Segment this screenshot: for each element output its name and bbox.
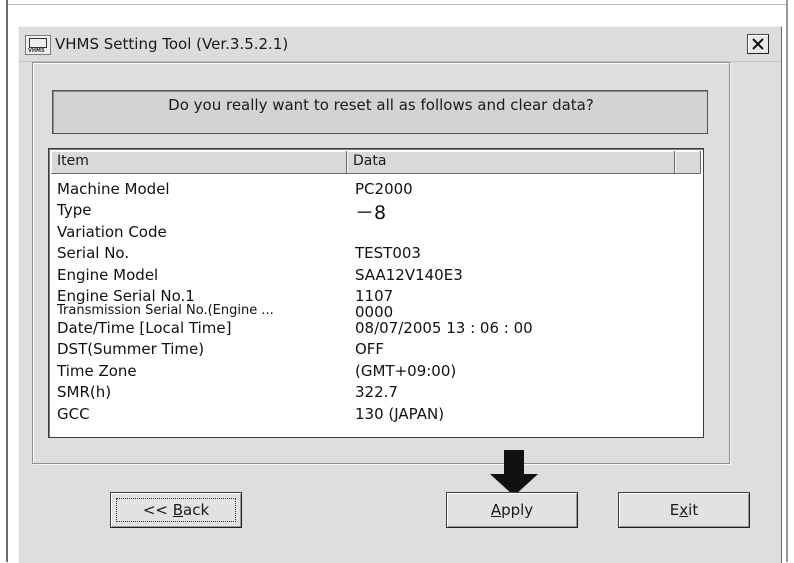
window-title: VHMS Setting Tool (Ver.3.5.2.1) <box>55 35 289 53</box>
exit-button-rest: it <box>688 501 699 519</box>
table-row[interactable]: Engine Model SAA12V140E3 <box>57 266 697 287</box>
row-item: Transmission Serial No.(Engine ... <box>57 302 274 318</box>
table-row[interactable]: Time Zone (GMT+09:00) <box>57 362 697 383</box>
apply-button-accel: A <box>490 501 502 519</box>
apply-button-rest: pply <box>501 501 534 519</box>
app-icon-text: VHMS <box>28 48 45 54</box>
exit-button-accel: x <box>679 501 689 519</box>
table-row[interactable]: DST(Summer Time) OFF <box>57 340 697 361</box>
table-row[interactable]: Date/Time [Local Time] 08/07/2005 13 : 0… <box>57 319 697 340</box>
outer-frame-top <box>6 4 788 5</box>
row-item: SMR(h) <box>57 383 112 402</box>
row-data: －8 <box>355 202 387 225</box>
confirmation-message-box: Do you really want to reset all as follo… <box>52 90 708 134</box>
vhms-app-icon: VHMS <box>25 35 51 55</box>
focus-rectangle <box>116 498 236 522</box>
row-item: Time Zone <box>57 361 137 380</box>
table-row[interactable]: Engine Serial No.1 1107 <box>57 287 697 305</box>
row-item: Serial No. <box>57 244 130 263</box>
row-item: GCC <box>57 404 90 423</box>
column-header-data[interactable]: Data <box>347 151 675 173</box>
table-row[interactable]: Serial No. TEST003 <box>57 244 697 265</box>
settings-list-view[interactable]: Item Data Machine Model PC2000 Type －8 V… <box>48 148 704 438</box>
row-item: Date/Time [Local Time] <box>57 318 232 337</box>
row-data: SAA12V140E3 <box>355 265 463 284</box>
column-header-extra[interactable] <box>675 151 701 173</box>
table-row[interactable]: SMR(h) 322.7 <box>57 383 697 404</box>
outer-frame-right <box>786 0 788 562</box>
table-row[interactable]: Transmission Serial No.(Engine ... 0000 <box>57 302 697 321</box>
exit-button[interactable]: Exit <box>618 492 750 528</box>
close-icon <box>752 38 764 50</box>
apply-button[interactable]: Apply <box>446 492 578 528</box>
column-header-item[interactable]: Item <box>51 151 347 173</box>
app-icon-glyph <box>29 38 47 48</box>
row-data: OFF <box>355 340 385 359</box>
outer-frame-left <box>6 0 8 562</box>
list-rows: Machine Model PC2000 Type －8 Variation C… <box>57 180 697 426</box>
row-item: Type <box>57 201 92 220</box>
row-data: 322.7 <box>355 383 398 402</box>
close-button[interactable] <box>747 34 769 54</box>
row-item: Engine Model <box>57 265 159 284</box>
confirmation-message: Do you really want to reset all as follo… <box>168 96 594 114</box>
row-data: 08/07/2005 13 : 06 : 00 <box>355 318 533 337</box>
row-data: TEST003 <box>355 244 421 263</box>
title-bar[interactable]: VHMS VHMS Setting Tool (Ver.3.5.2.1) <box>19 27 781 62</box>
table-row[interactable]: Variation Code <box>57 223 697 244</box>
table-row[interactable]: Type －8 <box>57 201 697 225</box>
row-item: Variation Code <box>57 222 167 241</box>
row-data: (GMT+09:00) <box>355 361 457 380</box>
back-button[interactable]: << Back <box>110 492 242 528</box>
row-item: DST(Summer Time) <box>57 340 205 359</box>
exit-button-pre: E <box>669 501 680 519</box>
list-header: Item Data <box>51 151 701 174</box>
table-row[interactable]: GCC 130 (JAPAN) <box>57 405 697 426</box>
down-arrow-icon <box>490 450 538 496</box>
row-data: PC2000 <box>355 180 413 198</box>
row-data: 130 (JAPAN) <box>355 404 445 423</box>
row-item: Machine Model <box>57 180 170 198</box>
